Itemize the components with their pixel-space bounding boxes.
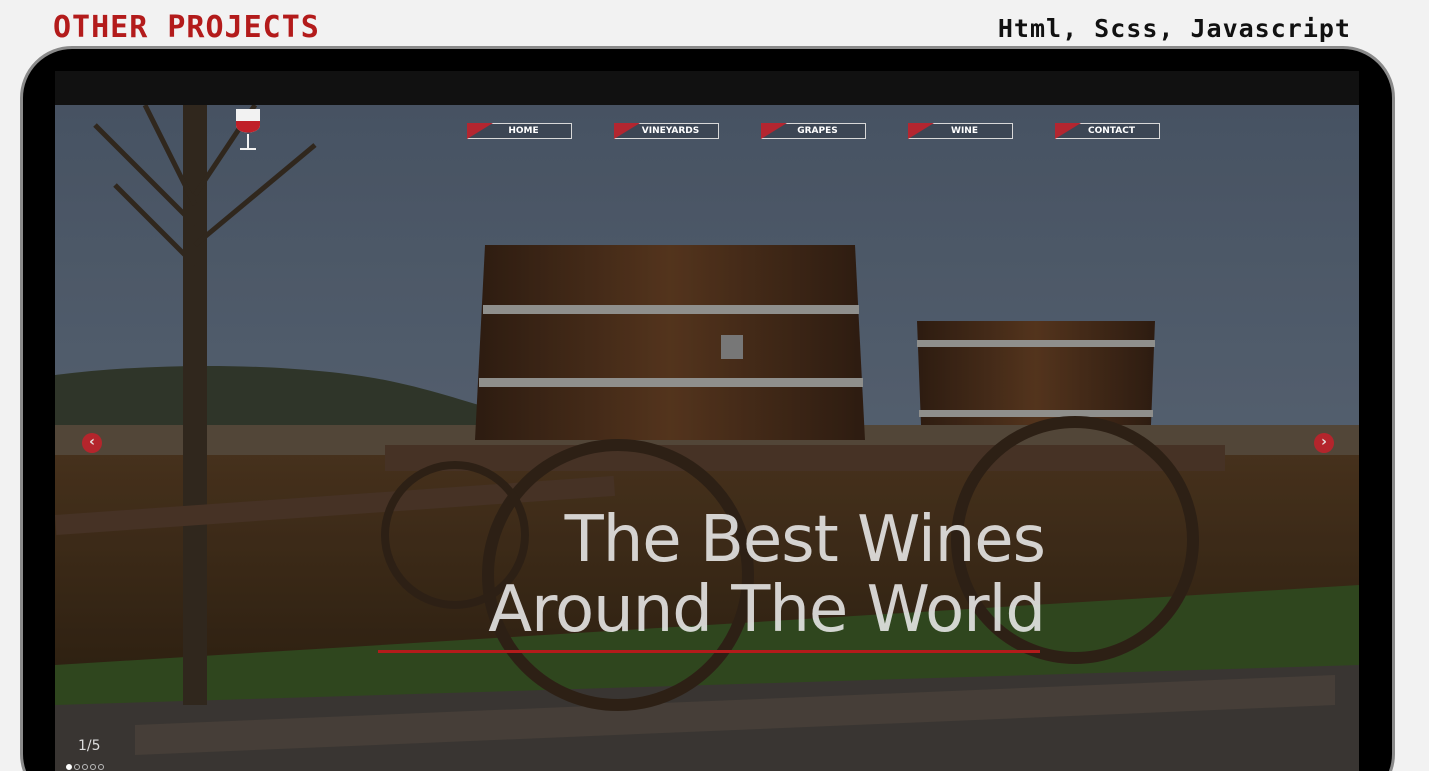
screen-top-bar [55, 71, 1359, 105]
nav-flag-decor [467, 123, 493, 139]
slide-dot[interactable] [98, 764, 104, 770]
slide-counter: 1/5 [78, 738, 101, 754]
main-nav: HOME VINEYARDS GRAPES WINE CONTACT [467, 123, 1160, 139]
nav-label: HOME [508, 126, 539, 136]
slide-dot[interactable] [74, 764, 80, 770]
nav-label: VINEYARDS [641, 126, 700, 136]
page-scrollbar[interactable] [1415, 0, 1429, 771]
chevron-left-icon[interactable]: ‹ [82, 433, 102, 453]
project-preview-screen[interactable]: HOME VINEYARDS GRAPES WINE CONTACT ‹ › T… [55, 71, 1359, 771]
nav-grapes[interactable]: GRAPES [761, 123, 866, 139]
slide-dot[interactable] [82, 764, 88, 770]
headline-underline [378, 650, 1040, 653]
hero-background-image [55, 105, 1359, 771]
portfolio-page: OTHER PROJECTS Html, Scss, Javascript HO… [0, 0, 1429, 771]
nav-vineyards[interactable]: VINEYARDS [614, 123, 719, 139]
section-title: OTHER PROJECTS [53, 10, 320, 45]
tech-stack-label: Html, Scss, Javascript [997, 14, 1351, 43]
hero-headline-line1: The Best Wines [564, 503, 1046, 577]
slide-dot[interactable] [90, 764, 96, 770]
nav-flag-decor [761, 123, 787, 139]
nav-flag-decor [1055, 123, 1081, 139]
nav-home[interactable]: HOME [467, 123, 572, 139]
chevron-right-icon[interactable]: › [1314, 433, 1334, 453]
slide-dot[interactable] [66, 764, 72, 770]
nav-label: CONTACT [1088, 126, 1135, 136]
nav-label: WINE [951, 126, 978, 136]
hero-headline: The Best Wines Around The World [445, 503, 1046, 647]
nav-contact[interactable]: CONTACT [1055, 123, 1160, 139]
nav-label: GRAPES [797, 126, 838, 136]
hero-headline-line2: Around The World [488, 573, 1046, 647]
nav-wine[interactable]: WINE [908, 123, 1013, 139]
wine-glass-icon[interactable] [233, 107, 263, 153]
nav-flag-decor [908, 123, 934, 139]
slide-dots [66, 764, 104, 770]
hero-slider: HOME VINEYARDS GRAPES WINE CONTACT ‹ › T… [55, 105, 1359, 771]
